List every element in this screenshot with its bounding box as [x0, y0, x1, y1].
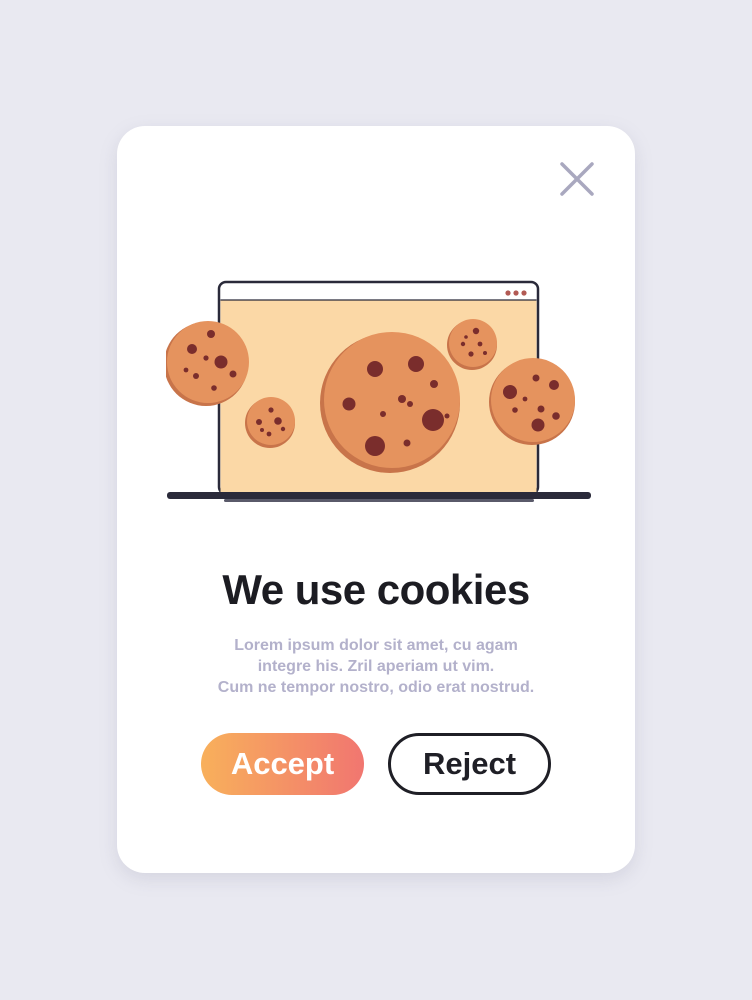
- cookie-consent-dialog: We use cookies Lorem ipsum dolor sit ame…: [117, 126, 635, 873]
- window-dot-icon: [513, 290, 519, 296]
- window-dot-icon: [521, 290, 527, 296]
- accept-button[interactable]: Accept: [201, 733, 364, 795]
- laptop-base: [167, 492, 591, 502]
- window-dot-icon: [505, 290, 511, 296]
- close-button[interactable]: [558, 160, 596, 198]
- description-line: integre his. Zril aperiam ut vim.: [257, 658, 495, 675]
- dialog-title: We use cookies: [222, 566, 530, 613]
- close-icon: [560, 162, 594, 196]
- reject-button[interactable]: Reject: [388, 733, 551, 795]
- description-line: Lorem ipsum dolor sit amet, cu agam: [234, 637, 518, 654]
- cookie-icon: [320, 332, 460, 473]
- description-line: Cum ne tempor nostro, odio erat nostrud.: [217, 679, 535, 696]
- laptop-cookies-illustration: [166, 278, 592, 504]
- dialog-description: Lorem ipsum dolor sit amet, cu agam inte…: [177, 635, 575, 698]
